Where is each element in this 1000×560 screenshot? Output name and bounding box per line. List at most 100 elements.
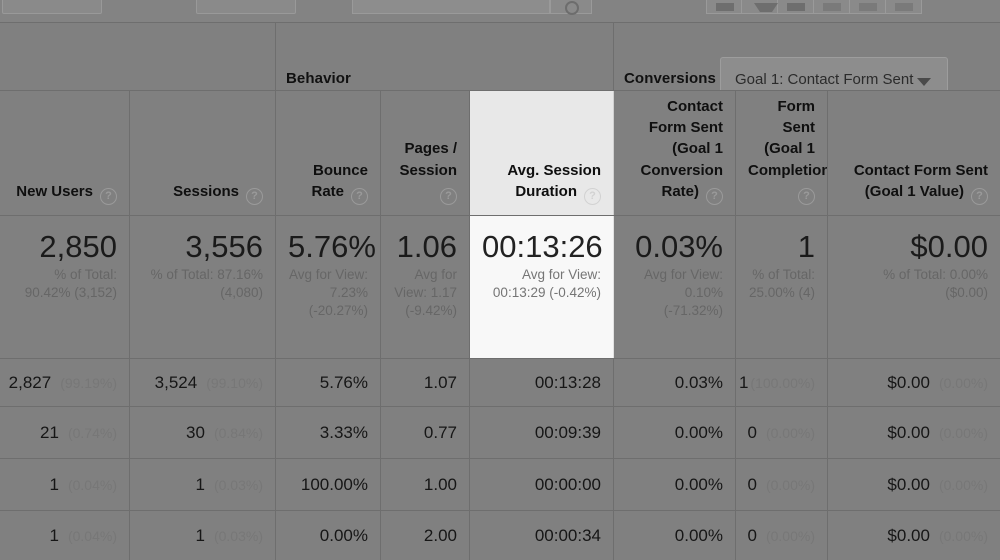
goal-selector-value: Goal 1: Contact Form Sent xyxy=(735,71,914,88)
cell-avg-session-duration: 00:13:28 xyxy=(470,359,614,406)
column-header-goal-conversion-rate[interactable]: Contact Form Sent (Goal 1 Conversion Rat… xyxy=(614,91,736,215)
cell-pages-session: 1.07 xyxy=(381,359,470,406)
cell-value: 0.00% xyxy=(674,474,723,494)
cell-value: $0.00 xyxy=(887,372,930,392)
cell-value: 2.00 xyxy=(423,525,457,545)
table-row[interactable]: 2,827 (99.19%) 3,524 (99.10%) 5.76% 1.07 0… xyxy=(0,358,1000,406)
table-view-icon xyxy=(716,3,734,11)
bar-view-button[interactable] xyxy=(778,0,814,14)
summary-sessions: 3,556 % of Total: 87.16% (4,080) xyxy=(130,216,276,358)
summary-subtext: Avg for View: 7.23% (-20.27%) xyxy=(288,267,368,319)
toolbar-button-left-1[interactable] xyxy=(2,0,102,14)
summary-subtext: % of Total: 90.42% (3,152) xyxy=(24,267,117,301)
cell-percent: (0.04%) xyxy=(67,476,117,493)
help-icon[interactable]: ? xyxy=(798,188,815,205)
cell-percent: (99.10%) xyxy=(206,374,263,391)
cell-avg-session-duration: 00:00:00 xyxy=(470,459,614,510)
help-icon[interactable]: ? xyxy=(440,188,457,205)
summary-subtext: % of Total: 25.00% (4) xyxy=(748,267,815,301)
column-header-bounce-rate[interactable]: Bounce Rate? xyxy=(276,91,381,215)
summary-avg-session-duration: 00:13:26 Avg for View: 00:13:29 (-0.42%) xyxy=(470,216,614,358)
comparison-view-button[interactable] xyxy=(814,0,850,14)
cell-goal-conversion-rate: 0.00% xyxy=(614,407,736,458)
view-type-buttons xyxy=(706,0,922,14)
cell-value: 1 xyxy=(49,474,59,494)
help-icon[interactable]: ? xyxy=(971,188,988,205)
help-icon[interactable]: ? xyxy=(351,188,368,205)
cell-value: 2,827 xyxy=(8,372,52,392)
cell-goal-conversion-rate: 0.00% xyxy=(614,511,736,560)
cell-goal-completions: 1 (100.00%) xyxy=(736,359,828,406)
search-button[interactable] xyxy=(550,0,592,15)
cell-goal-value: $0.00 (0.00%) xyxy=(828,459,1000,510)
column-header-sessions[interactable]: Sessions? xyxy=(130,91,276,215)
cell-percent: (100.00%) xyxy=(750,374,815,391)
cell-percent: (99.19%) xyxy=(60,374,117,391)
column-header-goal-completions-label: Contact Form Sent (Goal 1 Completions) xyxy=(748,91,827,179)
pivot-view-button[interactable] xyxy=(886,0,922,14)
column-group-header-row: Behavior Conversions Goal 1: Contact For… xyxy=(0,22,1000,101)
summary-row: 2,850 % of Total: 90.42% (3,152) 3,556 %… xyxy=(0,215,1000,358)
performance-view-button[interactable] xyxy=(850,0,886,14)
table-row[interactable]: 1 (0.04%) 1 (0.03%) 0.00% 2.00 00:00:34 0.… xyxy=(0,510,1000,560)
summary-subtext: Avg for View: 0.10% (-71.32%) xyxy=(643,267,723,319)
cell-value: $0.00 xyxy=(887,422,930,442)
cell-percent: (0.00%) xyxy=(765,476,815,493)
cell-sessions: 30 (0.84%) xyxy=(130,407,276,458)
cell-goal-completions: 0 (0.00%) xyxy=(736,511,828,560)
cell-bounce-rate: 3.33% xyxy=(276,407,381,458)
table-row[interactable]: 21 (0.74%) 30 (0.84%) 3.33% 0.77 00:09:39 … xyxy=(0,406,1000,458)
cell-percent: (0.00%) xyxy=(765,527,815,544)
cell-value: 0.00% xyxy=(674,422,723,442)
table-row[interactable]: 1 (0.04%) 1 (0.03%) 100.00% 1.00 00:00:00 … xyxy=(0,458,1000,510)
cell-value: 3,524 xyxy=(154,372,198,392)
cell-percent: (0.00%) xyxy=(765,424,815,441)
cell-value: 00:09:39 xyxy=(534,422,601,442)
cell-value: 3.33% xyxy=(319,422,368,442)
toolbar-button-left-2[interactable] xyxy=(196,0,296,14)
summary-value: 3,556 xyxy=(185,229,263,264)
column-header-goal-completions[interactable]: Contact Form Sent (Goal 1 Completions)? xyxy=(736,91,828,215)
column-header-new-users[interactable]: New Users? xyxy=(0,91,130,215)
column-header-pages-session[interactable]: Pages / Session? xyxy=(381,91,470,215)
cell-avg-session-duration: 00:00:34 xyxy=(470,511,614,560)
group-acquisition xyxy=(0,23,276,90)
help-icon[interactable]: ? xyxy=(246,188,263,205)
group-conversions: Conversions Goal 1: Contact Form Sent xyxy=(614,23,1000,101)
summary-subtext: Avg for View: 1.17 (-9.42%) xyxy=(394,267,457,319)
cell-avg-session-duration: 00:09:39 xyxy=(470,407,614,458)
group-behavior-label: Behavior xyxy=(286,70,351,87)
pie-view-button[interactable] xyxy=(742,0,778,14)
summary-subtext: % of Total: 0.00% ($0.00) xyxy=(883,267,988,301)
analytics-report-table: Behavior Conversions Goal 1: Contact For… xyxy=(0,0,1000,560)
column-header-row: New Users? Sessions? Bounce Rate? Pages … xyxy=(0,90,1000,215)
cell-value: 0.77 xyxy=(423,422,457,442)
summary-value: $0.00 xyxy=(910,229,988,264)
summary-goal-completions: 1 % of Total: 25.00% (4) xyxy=(736,216,828,358)
cell-pages-session: 2.00 xyxy=(381,511,470,560)
cell-value: 1 xyxy=(195,525,205,545)
help-icon[interactable]: ? xyxy=(706,188,723,205)
summary-value: 1.06 xyxy=(396,229,457,264)
pie-view-icon xyxy=(754,3,778,21)
summary-bounce-rate: 5.76% Avg for View: 7.23% (-20.27%) xyxy=(276,216,381,358)
table-view-button[interactable] xyxy=(706,0,742,14)
column-header-pages-session-label: Pages / Session xyxy=(399,140,457,179)
cell-new-users: 21 (0.74%) xyxy=(0,407,130,458)
column-header-avg-session-duration[interactable]: Avg. Session Duration? xyxy=(470,91,614,215)
cell-percent: (0.03%) xyxy=(213,527,263,544)
cell-value: 30 xyxy=(186,422,205,442)
cell-value: 0 xyxy=(747,474,757,494)
help-icon[interactable]: ? xyxy=(100,188,117,205)
column-header-goal-value[interactable]: Contact Form Sent (Goal 1 Value)? xyxy=(828,91,1000,215)
cell-value: 1 xyxy=(49,525,59,545)
cell-value: 100.00% xyxy=(300,474,368,494)
search-input[interactable] xyxy=(352,0,550,14)
cell-value: 0.03% xyxy=(674,372,723,392)
cell-goal-completions: 0 (0.00%) xyxy=(736,407,828,458)
cell-new-users: 1 (0.04%) xyxy=(0,459,130,510)
help-icon[interactable]: ? xyxy=(584,188,601,205)
cell-pages-session: 1.00 xyxy=(381,459,470,510)
cell-pages-session: 0.77 xyxy=(381,407,470,458)
cell-value: $0.00 xyxy=(887,474,930,494)
